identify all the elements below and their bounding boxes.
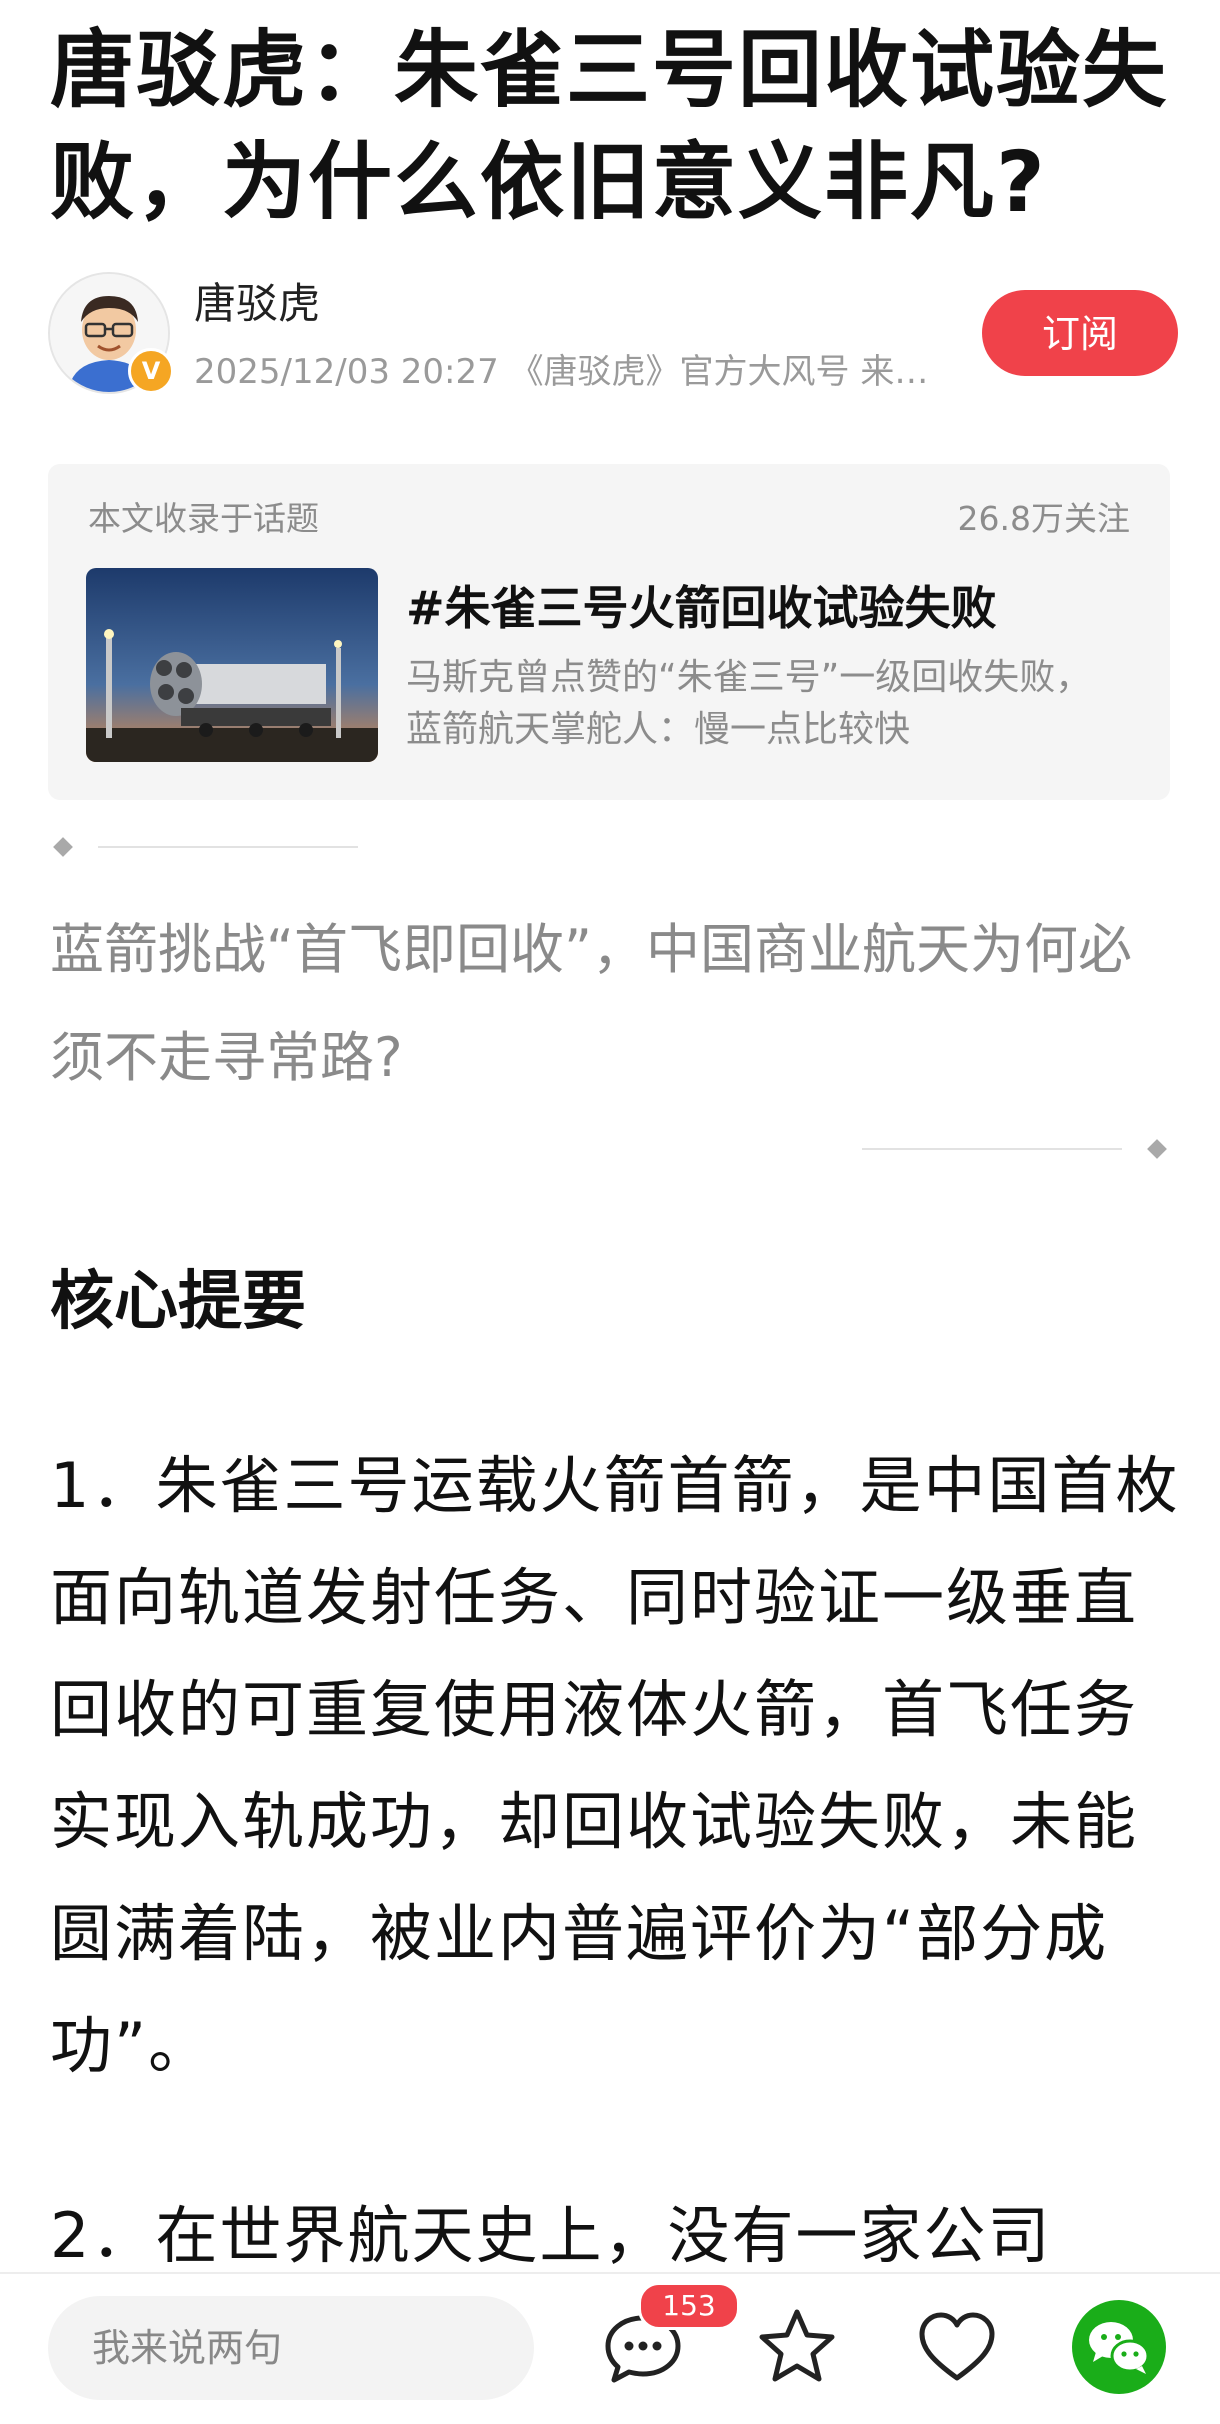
quote-start-divider — [98, 846, 358, 848]
author-row: V 唐驳虎 2025/12/03 20:27 《唐驳虎》官方大风号 来… 订阅 — [48, 270, 1178, 400]
subscribe-button[interactable]: 订阅 — [982, 290, 1178, 376]
quote-start-diamond — [53, 837, 73, 857]
topic-thumbnail[interactable] — [86, 568, 378, 762]
star-icon[interactable] — [752, 2302, 842, 2392]
wechat-share-button[interactable] — [1072, 2300, 1166, 2394]
verified-badge-icon: V — [128, 348, 174, 394]
article-title: 唐驳虎：朱雀三号回收试验失败，为什么依旧意义非凡? — [50, 21, 1169, 231]
section-heading: 核心提要 — [50, 1265, 306, 1339]
topic-followers: 26.8万关注 — [957, 499, 1130, 538]
quote-end-divider — [862, 1148, 1122, 1150]
comment-input[interactable]: 我来说两句 — [48, 2296, 534, 2400]
author-name[interactable]: 唐驳虎 — [194, 270, 320, 331]
heart-icon[interactable] — [912, 2302, 1002, 2392]
quote-end-diamond — [1147, 1139, 1167, 1159]
summary-paragraph: 1．朱雀三号运载火箭首箭，是中国首枚面向轨道发射任务、同时验证一级垂直回收的可重… — [50, 1449, 1180, 2082]
article-meta: 2025/12/03 20:27 《唐驳虎》官方大风号 来… — [194, 352, 929, 392]
topic-card[interactable]: 本文收录于话题 26.8万关注 #朱雀三号火箭回收试验失败 马斯克曾点赞的“朱雀… — [48, 464, 1170, 800]
bottom-action-bar: 我来说两句 153 — [0, 2272, 1220, 2424]
comment-count-badge: 153 — [638, 2282, 740, 2330]
topic-description: 马斯克曾点赞的“朱雀三号”一级回收失败，蓝箭航天掌舵人：慢一点比较快 — [406, 657, 1092, 750]
wechat-icon — [1089, 2322, 1150, 2374]
topic-title[interactable]: #朱雀三号火箭回收试验失败 — [406, 572, 1126, 638]
quote-text: 蓝箭挑战“首飞即回收”，中国商业航天为何必须不走寻常路? — [50, 918, 1132, 1089]
topic-label: 本文收录于话题 — [88, 499, 319, 538]
rocket-launch-image — [86, 568, 378, 762]
